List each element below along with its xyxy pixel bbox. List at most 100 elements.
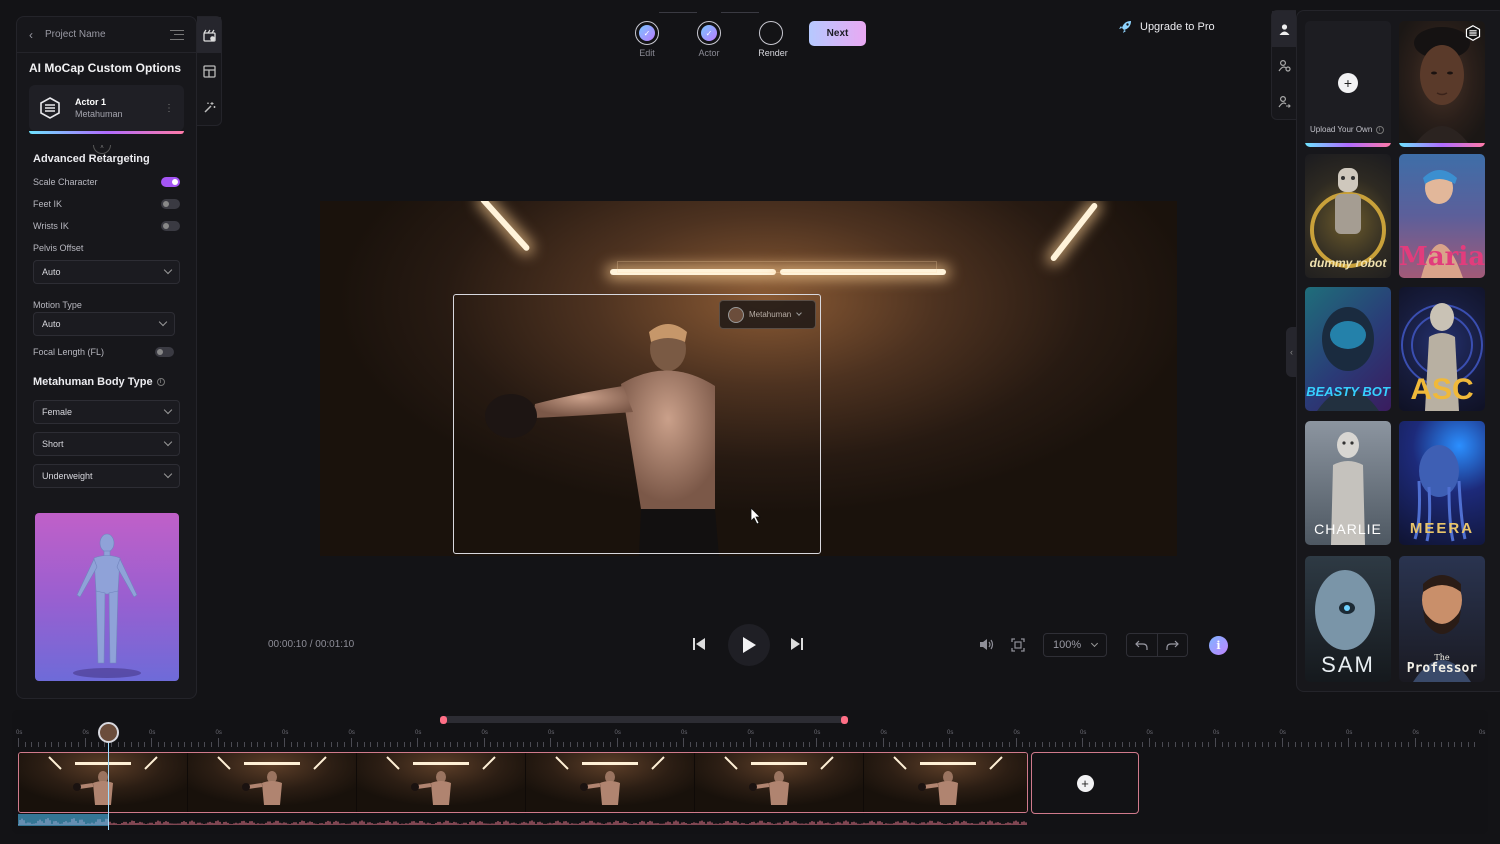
pelvis-offset-select[interactable]: Auto — [33, 260, 180, 284]
more-options-icon[interactable]: ⋮ — [164, 103, 174, 114]
step-actor[interactable]: ✓ — [697, 21, 721, 45]
add-clip-button[interactable]: + — [1031, 752, 1139, 814]
ruler-tick — [1148, 738, 1150, 747]
range-start-handle[interactable] — [440, 716, 447, 724]
rocket-icon — [1119, 21, 1131, 33]
zoom-select[interactable]: 100% — [1043, 633, 1107, 657]
timeline-ruler[interactable]: 0s 0s 0s 0s 0s 0s 0s 0s 0s 0s 0s 0s 0s 0s 0s 0s 0s 0s 0s 0s… — [16, 730, 1486, 748]
ruler-tick — [463, 742, 465, 747]
ruler-tick-label: 0s — [1213, 730, 1220, 736]
redo-button[interactable] — [1156, 634, 1188, 656]
play-button[interactable] — [728, 624, 770, 666]
ruler-tick — [483, 738, 485, 747]
magic-wand-icon[interactable] — [197, 89, 221, 125]
ruler-tick — [849, 742, 851, 747]
avatar-card-sam[interactable]: SAM — [1305, 556, 1391, 682]
ruler-tick — [503, 742, 505, 747]
ruler-tick-label: 0s — [415, 730, 422, 736]
focal-length-toggle[interactable] — [155, 347, 174, 357]
ruler-tick — [1082, 738, 1083, 747]
ruler-tick — [935, 742, 937, 747]
ruler-tick — [1048, 742, 1050, 747]
actor-card[interactable]: Actor 1 Metahuman ⋮ — [29, 85, 184, 134]
step-edit[interactable]: ✓ — [635, 21, 659, 45]
range-end-handle[interactable] — [841, 716, 848, 724]
chevron-down-icon — [163, 405, 173, 415]
timeline-range-bar[interactable] — [443, 716, 845, 723]
step-render[interactable] — [759, 21, 783, 45]
body-height-select[interactable]: Short — [33, 432, 180, 456]
ruler-tick — [57, 742, 59, 747]
ruler-tick — [250, 742, 252, 747]
scale-character-toggle[interactable] — [161, 177, 180, 187]
info-icon[interactable]: i — [1375, 125, 1384, 134]
avatar-card-charlie[interactable]: CHARLIE — [1305, 421, 1391, 545]
avatar-card-beasty-bot[interactable]: BEASTY BOT — [1305, 287, 1391, 411]
left-tool-strip — [197, 16, 222, 126]
play-icon — [743, 637, 756, 653]
avatar-card-dummy-robot[interactable]: dummy robot — [1305, 154, 1391, 278]
ruler-tick — [1241, 742, 1243, 747]
ruler-tick — [1474, 742, 1476, 747]
ruler-tick — [1028, 742, 1030, 747]
ruler-tick — [909, 742, 911, 747]
body-gender-select[interactable]: Female — [33, 400, 180, 424]
undo-button[interactable] — [1127, 634, 1157, 656]
info-icon[interactable]: i — [1209, 636, 1228, 655]
next-button[interactable]: Next — [809, 21, 866, 46]
ruler-tick — [230, 742, 232, 747]
ruler-tick — [1055, 742, 1057, 747]
feet-ik-toggle[interactable] — [161, 199, 180, 209]
person-swap-icon[interactable] — [1272, 83, 1296, 119]
back-icon[interactable]: ‹ — [29, 28, 45, 42]
volume-button[interactable] — [979, 638, 994, 651]
ruler-tick — [1248, 742, 1250, 747]
avatar-card-meera[interactable]: MEERA — [1399, 421, 1485, 545]
skip-back-button[interactable] — [691, 636, 707, 652]
person-settings-icon[interactable] — [1272, 47, 1296, 83]
fit-screen-button[interactable] — [1011, 638, 1025, 652]
avatar-card-metahuman[interactable] — [1399, 21, 1485, 147]
upgrade-to-pro-link[interactable]: Upgrade to Pro — [1118, 20, 1215, 34]
ruler-tick — [1348, 738, 1349, 747]
actor-select-dropdown[interactable]: Metahuman — [719, 300, 816, 329]
ruler-tick — [224, 742, 226, 747]
layout-icon[interactable] — [197, 53, 221, 89]
motion-type-select[interactable]: Auto — [33, 312, 175, 336]
playhead-line[interactable] — [108, 742, 109, 830]
ruler-tick — [1075, 742, 1077, 747]
chevron-down-icon — [163, 437, 173, 447]
mouse-cursor-icon — [750, 507, 761, 525]
person-icon[interactable] — [1272, 11, 1296, 47]
ruler-tick — [297, 742, 299, 747]
body-weight-select[interactable]: Underweight — [33, 464, 180, 488]
avatar-card-the-professor[interactable]: The Professor — [1399, 556, 1485, 682]
info-icon[interactable]: i — [156, 378, 165, 387]
ruler-tick — [609, 742, 611, 747]
ruler-tick — [37, 742, 39, 747]
ruler-tick — [1394, 742, 1396, 747]
ruler-tick — [177, 742, 179, 747]
panel-title: AI MoCap Custom Options — [29, 61, 181, 75]
ruler-tick — [669, 742, 671, 747]
video-clip-track[interactable] — [18, 752, 1028, 813]
ruler-tick — [862, 742, 864, 747]
ruler-tick — [1361, 742, 1363, 747]
ruler-tick — [410, 742, 412, 747]
skip-forward-button[interactable] — [789, 636, 805, 652]
upload-avatar-card[interactable]: + Upload Your Own i — [1305, 21, 1391, 147]
avatar-card-maria[interactable]: Maria — [1399, 154, 1485, 278]
clapperboard-icon[interactable] — [197, 17, 221, 53]
playhead-handle[interactable] — [98, 722, 119, 743]
select-value: Auto — [42, 267, 61, 277]
menu-icon[interactable] — [170, 29, 184, 40]
wrists-ik-toggle[interactable] — [161, 221, 180, 231]
ruler-tick — [303, 742, 305, 747]
ruler-tick — [556, 742, 558, 747]
ruler-tick — [1062, 742, 1064, 747]
actor-type: Metahuman — [75, 109, 123, 119]
ruler-tick — [968, 742, 970, 747]
actor-bounding-box[interactable] — [453, 294, 821, 554]
avatar-card-asc[interactable]: ASC — [1399, 287, 1485, 411]
project-name[interactable]: Project Name — [45, 29, 170, 40]
